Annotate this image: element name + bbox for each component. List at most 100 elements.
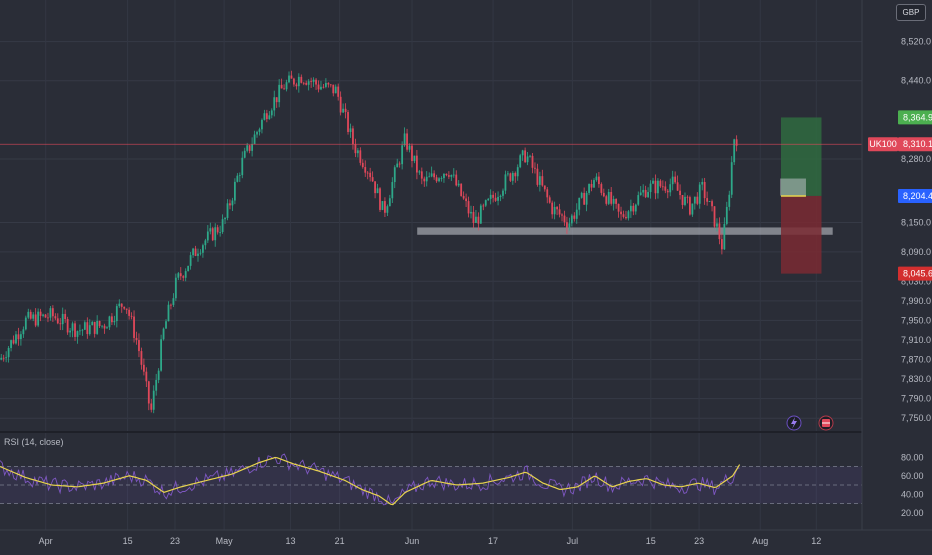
candle[interactable]	[487, 198, 490, 201]
candle[interactable]	[172, 298, 175, 305]
candle[interactable]	[664, 186, 667, 191]
candle[interactable]	[241, 157, 244, 176]
candle[interactable]	[423, 178, 426, 182]
candle[interactable]	[548, 197, 551, 203]
candle[interactable]	[329, 84, 332, 86]
candle[interactable]	[317, 84, 320, 90]
candle[interactable]	[647, 192, 649, 198]
candle[interactable]	[17, 334, 20, 340]
candle[interactable]	[558, 209, 561, 215]
candle[interactable]	[374, 181, 376, 194]
candle[interactable]	[607, 192, 610, 204]
candle[interactable]	[602, 192, 605, 197]
candle[interactable]	[497, 196, 499, 201]
candle[interactable]	[649, 183, 652, 193]
candle[interactable]	[209, 228, 212, 232]
candle[interactable]	[689, 197, 691, 215]
candle[interactable]	[492, 194, 495, 198]
candle[interactable]	[236, 175, 239, 182]
candle[interactable]	[629, 205, 632, 212]
candle[interactable]	[160, 339, 163, 371]
candle[interactable]	[725, 206, 728, 224]
candle[interactable]	[529, 155, 531, 157]
candle[interactable]	[221, 219, 224, 232]
candle[interactable]	[337, 86, 340, 97]
candle[interactable]	[10, 340, 12, 348]
candle[interactable]	[366, 172, 369, 174]
candle[interactable]	[56, 318, 59, 324]
candle[interactable]	[361, 162, 364, 168]
candle[interactable]	[86, 322, 89, 335]
candle[interactable]	[197, 253, 199, 256]
candle[interactable]	[502, 190, 504, 196]
candle[interactable]	[307, 81, 310, 85]
candle[interactable]	[133, 316, 135, 338]
candle[interactable]	[615, 198, 618, 204]
candle[interactable]	[403, 133, 406, 146]
candle[interactable]	[270, 110, 273, 116]
candle[interactable]	[590, 183, 593, 188]
candle[interactable]	[327, 82, 330, 85]
candle[interactable]	[462, 195, 465, 199]
candle[interactable]	[551, 202, 554, 215]
candle[interactable]	[106, 327, 108, 329]
candle[interactable]	[24, 317, 27, 330]
candle[interactable]	[637, 195, 640, 205]
candle[interactable]	[101, 325, 103, 327]
candle[interactable]	[413, 155, 416, 162]
candle[interactable]	[268, 115, 271, 120]
candle[interactable]	[37, 311, 40, 326]
candle[interactable]	[138, 340, 140, 352]
candle[interactable]	[556, 206, 558, 210]
candle[interactable]	[29, 311, 32, 319]
candle[interactable]	[669, 184, 672, 193]
candle[interactable]	[534, 167, 536, 169]
candle[interactable]	[509, 173, 512, 181]
candle[interactable]	[701, 182, 704, 185]
candle[interactable]	[593, 180, 595, 188]
candle[interactable]	[568, 223, 571, 228]
candle[interactable]	[118, 303, 121, 307]
candle[interactable]	[494, 197, 497, 201]
candle[interactable]	[605, 196, 608, 204]
candle[interactable]	[256, 131, 258, 135]
candle[interactable]	[406, 133, 408, 150]
candle[interactable]	[679, 190, 681, 196]
candle[interactable]	[479, 205, 482, 224]
candle[interactable]	[541, 176, 544, 186]
candle[interactable]	[612, 198, 615, 204]
loss-zone[interactable]	[780, 195, 822, 274]
candle[interactable]	[477, 216, 480, 224]
entry-box[interactable]	[780, 178, 806, 196]
candle[interactable]	[135, 337, 138, 341]
candle[interactable]	[642, 189, 645, 193]
candle[interactable]	[182, 276, 185, 278]
candle[interactable]	[585, 192, 588, 205]
candle[interactable]	[69, 330, 71, 333]
candle[interactable]	[258, 129, 261, 132]
candle[interactable]	[39, 311, 42, 316]
candle[interactable]	[691, 203, 694, 215]
candle[interactable]	[610, 192, 613, 204]
candle[interactable]	[231, 200, 234, 206]
candle[interactable]	[51, 308, 54, 317]
candle[interactable]	[543, 185, 546, 190]
candle[interactable]	[295, 84, 298, 87]
candle[interactable]	[644, 189, 647, 198]
candle[interactable]	[711, 201, 713, 207]
chart-svg[interactable]: 8,520.08,440.08,280.08,150.08,090.08,030…	[0, 0, 932, 550]
candle[interactable]	[174, 277, 177, 299]
candle[interactable]	[44, 314, 47, 318]
candle[interactable]	[524, 150, 527, 163]
candle[interactable]	[155, 379, 158, 391]
candle[interactable]	[302, 82, 305, 84]
candle[interactable]	[730, 162, 733, 195]
candle[interactable]	[83, 322, 86, 330]
candle[interactable]	[71, 323, 74, 331]
candle[interactable]	[588, 183, 590, 193]
candle[interactable]	[546, 189, 549, 198]
candle[interactable]	[147, 381, 150, 404]
candle[interactable]	[504, 174, 507, 191]
candle[interactable]	[93, 321, 96, 334]
candle[interactable]	[356, 150, 359, 154]
